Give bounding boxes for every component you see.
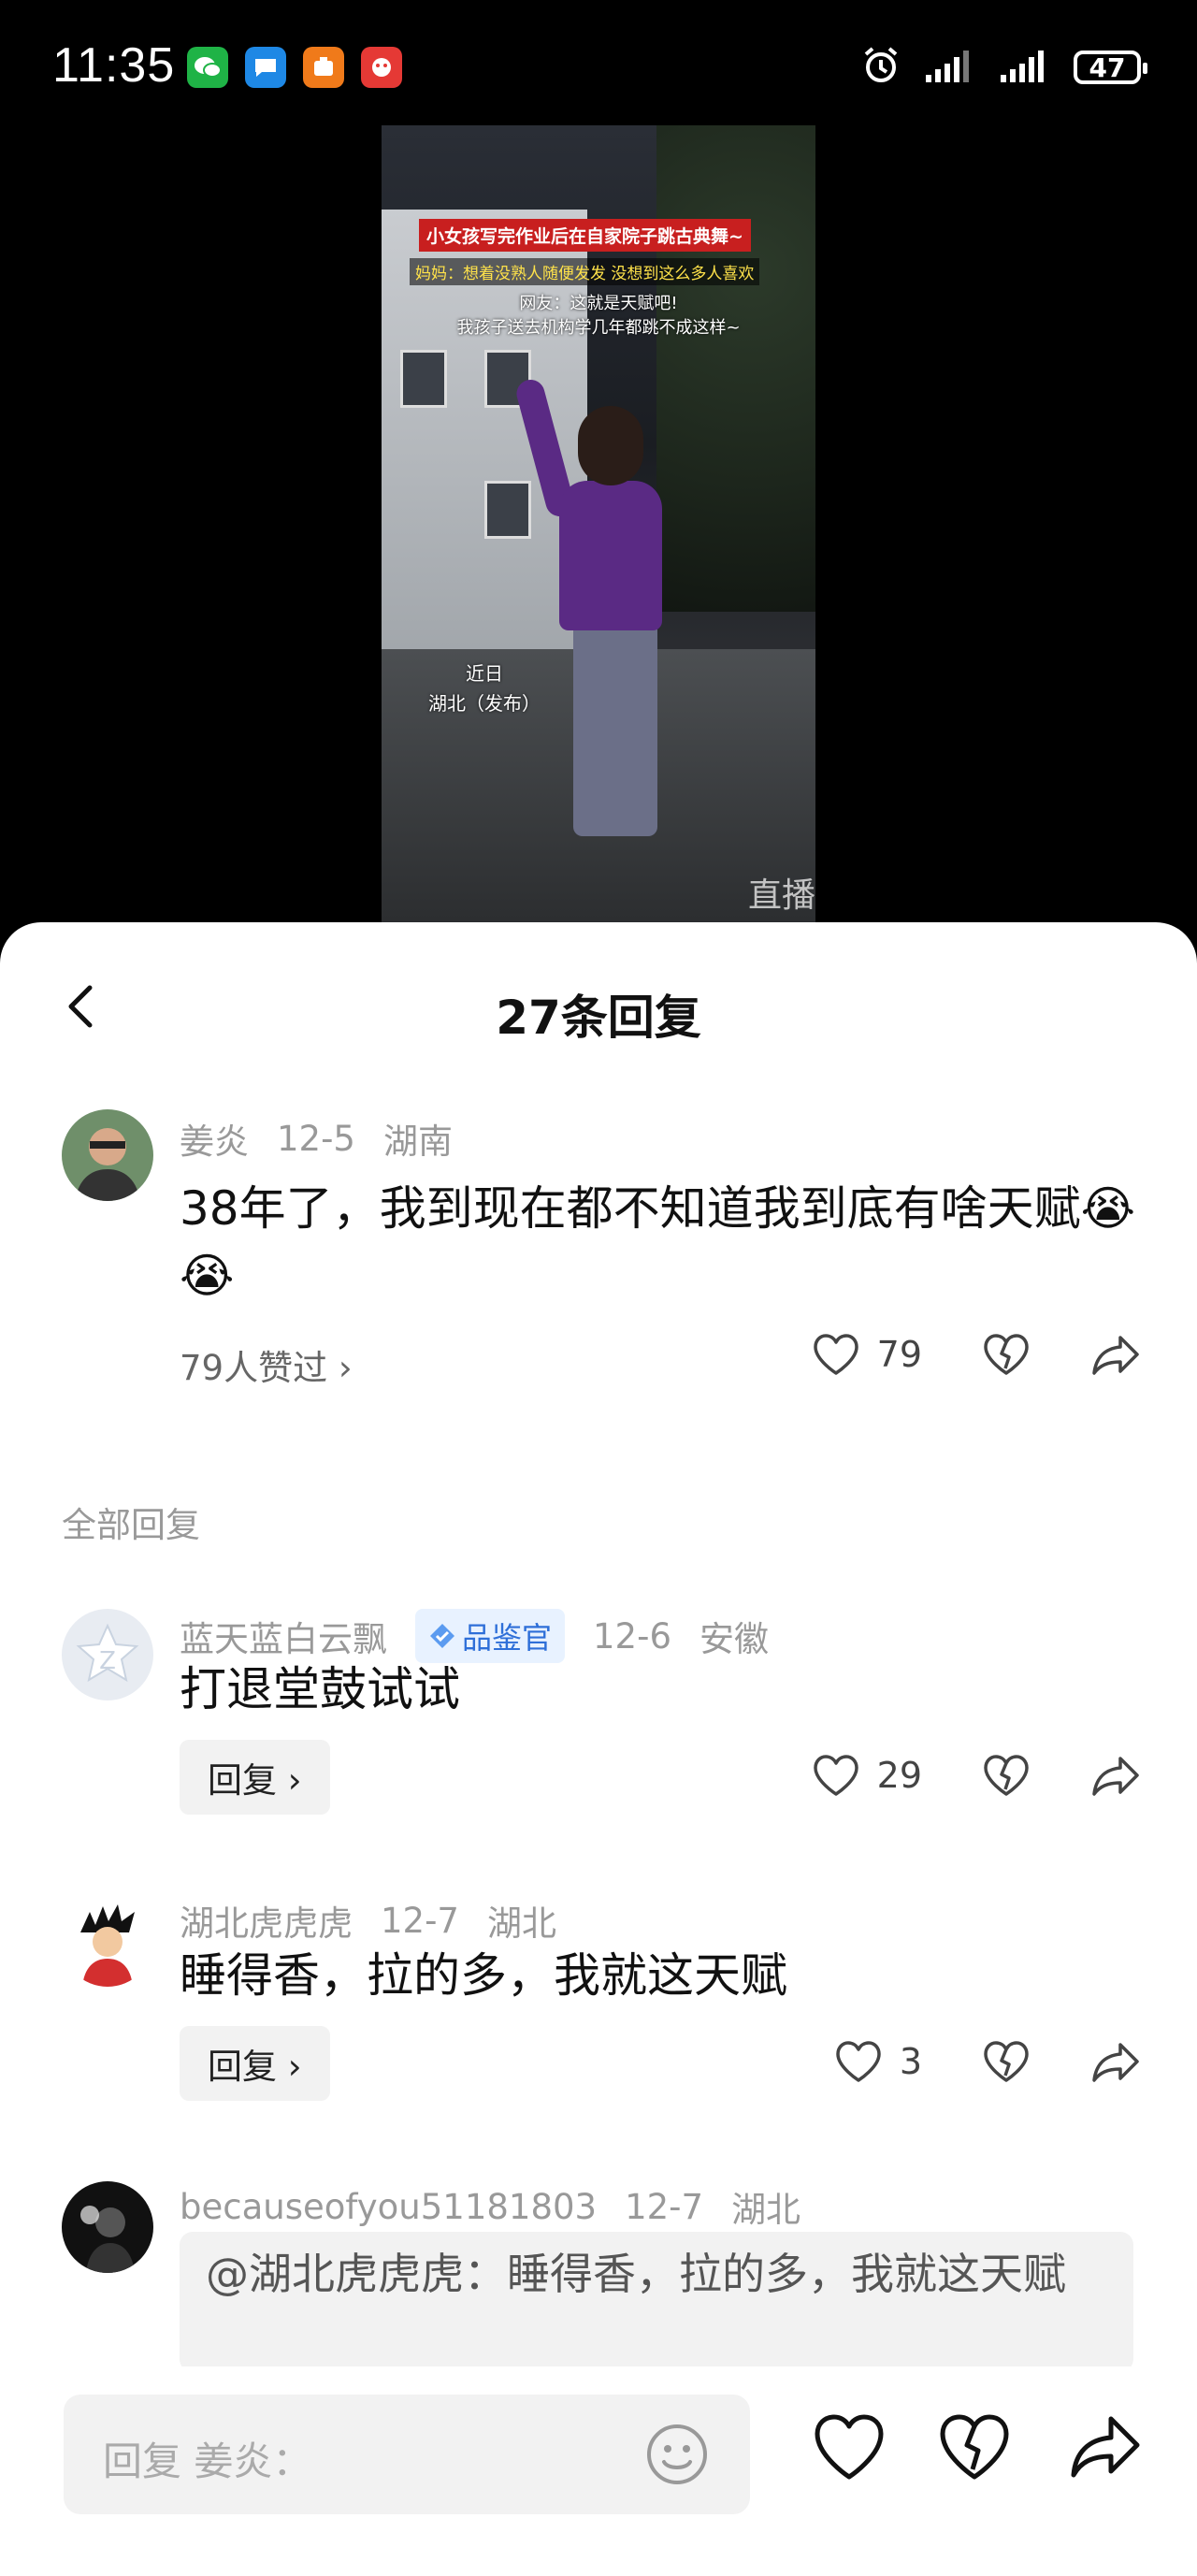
dislike-button[interactable] [982, 1753, 1031, 1798]
like-heart-icon[interactable] [812, 2411, 887, 2486]
reply-date: 12-7 [625, 2186, 704, 2227]
diamond-check-icon [430, 1624, 454, 1648]
share-button[interactable] [1090, 1753, 1141, 1798]
role-badge-label: 品鉴官 [462, 1620, 553, 1656]
like-count: 79 [876, 1334, 922, 1375]
notification-app-icons [187, 47, 402, 88]
status-time: 11:35 [52, 38, 176, 93]
dislike-button[interactable] [982, 1332, 1031, 1377]
broken-heart-icon [984, 1755, 1029, 1796]
share-arrow-icon[interactable] [1068, 2411, 1143, 2486]
sheet-header: 27条回复 [0, 922, 1197, 1100]
avatar[interactable] [62, 1895, 153, 1987]
video-scene-tree [656, 125, 815, 612]
like-count: 3 [899, 2041, 922, 2082]
reply-input-placeholder: 回复 姜炎： [103, 2439, 312, 2484]
avatar[interactable] [62, 1109, 153, 1201]
reply-date: 12-7 [381, 1900, 459, 1941]
comment-meta: 姜炎 12-5 湖南 [180, 1113, 453, 1164]
reply-actions: 29 [752, 1753, 1141, 1798]
system-icons: 47 [860, 45, 1147, 90]
video-player[interactable]: 小女孩写完作业后在自家院子跳古典舞~ 妈妈：想着没熟人随便发发 没想到这么多人喜… [382, 125, 815, 922]
video-scene-window [400, 350, 447, 408]
video-scene-girl-body [559, 481, 662, 630]
reply-author[interactable]: becauseofyou51181803 [180, 2187, 597, 2227]
broken-heart-icon [984, 1334, 1029, 1375]
reply-input[interactable]: 回复 姜炎： [64, 2395, 750, 2514]
emoji-icon[interactable] [645, 2423, 709, 2486]
bottom-reply-bar: 回复 姜炎： [0, 2366, 1197, 2576]
avatar[interactable]: Z [62, 1609, 153, 1700]
comment-text: 38年了，我到现在都不知道我到底有啥天赋😭😭 [180, 1181, 1136, 1303]
video-caption-mom: 妈妈：想着没熟人随便发发 没想到这么多人喜欢 [410, 258, 760, 285]
reply-button[interactable]: 回复 › [180, 1740, 330, 1815]
reply-author[interactable]: 湖北虎虎虎 [180, 1895, 353, 1946]
comment-author[interactable]: 姜炎 [180, 1113, 249, 1164]
broken-heart-icon [984, 2041, 1029, 2082]
signal-icon [924, 47, 976, 88]
reply-author[interactable]: 蓝天蓝白云飘 [180, 1611, 387, 1661]
status-bar: 11:35 47 [0, 0, 1197, 122]
dislike-button[interactable] [982, 2039, 1031, 2084]
message-icon [245, 47, 286, 88]
reply-location: 安徽 [699, 1619, 769, 1659]
share-button[interactable] [1090, 2039, 1141, 2084]
replies-sheet: 27条回复 姜炎 12-5 湖南 38年了，我到现在都不知道我到底有啥天赋😭😭 … [0, 922, 1197, 2576]
liked-by-link[interactable]: 79人赞过 › [180, 1339, 353, 1390]
wechat-icon [187, 47, 228, 88]
video-scene-girl-legs [573, 621, 657, 836]
video-caption-location: 近日 湖北（发布） [410, 658, 559, 718]
share-arrow-icon [1092, 1757, 1139, 1796]
reply-text: 打退堂鼓试试 [180, 1662, 460, 1716]
video-scene-girl-head [578, 406, 643, 485]
alarm-icon [860, 45, 901, 90]
video-watermark: 直播 [747, 876, 815, 915]
sheet-title: 27条回复 [496, 991, 701, 1045]
reply-button[interactable]: 回复 › [180, 2026, 330, 2101]
broken-heart-icon[interactable] [937, 2411, 1012, 2486]
reply-meta: becauseofyou51181803 12-7 湖北 [180, 2181, 800, 2232]
orange-app-icon [303, 47, 344, 88]
reply-actions: 3 [774, 2039, 1141, 2084]
share-arrow-icon [1092, 1336, 1139, 1375]
reply-meta: 湖北虎虎虎 12-7 湖北 [180, 1895, 556, 1946]
share-arrow-icon [1092, 2043, 1139, 2082]
like-button[interactable]: 3 [834, 2039, 922, 2084]
comment-actions: 79 [752, 1332, 1141, 1377]
reply-date: 12-6 [593, 1615, 671, 1657]
comment-location: 湖南 [382, 1122, 453, 1162]
video-caption-source: 湖北（发布） [428, 692, 541, 715]
like-button[interactable]: 79 [812, 1332, 922, 1377]
video-caption-title: 小女孩写完作业后在自家院子跳古典舞~ [419, 219, 751, 252]
svg-text:Z: Z [99, 1647, 116, 1675]
battery-level: 47 [1089, 51, 1126, 83]
heart-icon [813, 1334, 858, 1375]
reply-location: 湖北 [486, 1903, 556, 1944]
avatar[interactable] [62, 2181, 153, 2273]
battery-indicator: 47 [1074, 51, 1147, 84]
share-button[interactable] [1090, 1332, 1141, 1377]
all-replies-label: 全部回复 [62, 1505, 200, 1545]
quoted-reply: @湖北虎虎虎：睡得香，拉的多，我就这天赋 [180, 2232, 1133, 2372]
video-scene-window [484, 481, 531, 539]
signal-icon-2 [999, 47, 1051, 88]
video-caption-date: 近日 [466, 662, 503, 685]
video-caption-netizen-line2: 我孩子送去机构学几年都跳不成这样~ [456, 318, 741, 338]
video-caption-netizen-line1: 网友：这就是天赋吧! [519, 294, 678, 313]
reply-text: 睡得香，拉的多，我就这天赋 [180, 1948, 787, 2003]
comment-date: 12-5 [277, 1118, 355, 1159]
heart-icon [836, 2041, 881, 2082]
video-caption-netizen: 网友：这就是天赋吧! 我孩子送去机构学几年都跳不成这样~ [382, 292, 815, 340]
heart-icon [813, 1755, 858, 1796]
reply-location: 湖北 [731, 2190, 801, 2230]
like-button[interactable]: 29 [812, 1753, 922, 1798]
like-count: 29 [876, 1755, 922, 1796]
red-app-icon [361, 47, 402, 88]
